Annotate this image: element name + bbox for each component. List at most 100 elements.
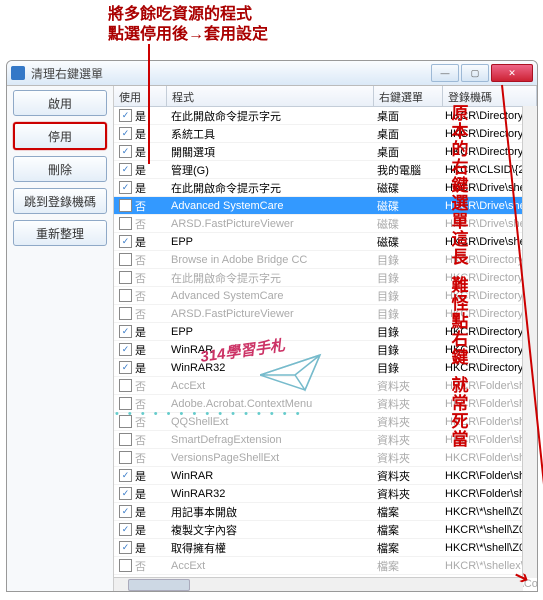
checkbox[interactable] — [119, 379, 132, 392]
checkbox[interactable] — [119, 289, 132, 302]
table-row[interactable]: 否Advanced SystemCare目錄HKCR\Directory\she… — [114, 287, 537, 305]
cell-menu: 目錄 — [372, 287, 440, 305]
cell-program: 用記事本開啟 — [166, 503, 372, 521]
refresh-button[interactable]: 重新整理 — [13, 220, 107, 246]
table-row[interactable]: 否SmartDefragExtension資料夾HKCR\Folder\shel… — [114, 431, 537, 449]
table-row[interactable]: ✓是在此開啟命令提示字元桌面HKCR\Directory\Backgr — [114, 107, 537, 125]
col-use[interactable]: 使用 — [114, 86, 167, 106]
cell-menu: 桌面 — [372, 125, 440, 143]
cell-program: AccExt — [166, 559, 372, 573]
delete-button[interactable]: 刪除 — [13, 156, 107, 182]
table-row[interactable]: ✓是用記事本開啟檔案HKCR\*\shell\Z001AAR — [114, 503, 537, 521]
table-row[interactable]: 否ARSD.FastPictureViewer磁碟HKCR\Drive\shel… — [114, 215, 537, 233]
cell-program: WinRAR32 — [166, 487, 372, 501]
enable-button[interactable]: 啟用 — [13, 90, 107, 116]
checkbox[interactable] — [119, 559, 132, 572]
cell-program: 開關選項 — [166, 143, 372, 161]
checkbox[interactable]: ✓ — [119, 361, 132, 374]
cell-menu: 資料夾 — [372, 485, 440, 503]
maximize-button[interactable]: ▢ — [461, 64, 489, 82]
checkbox[interactable]: ✓ — [119, 325, 132, 338]
scroll-thumb[interactable] — [128, 579, 190, 591]
annotation-top: 將多餘吃資源的程式 點選停用後→套用設定 — [108, 5, 268, 45]
col-registry[interactable]: 登錄機碼 — [443, 86, 537, 106]
col-program[interactable]: 程式 — [167, 86, 374, 106]
cell-menu: 檔案 — [372, 539, 440, 557]
annotation-line — [148, 44, 150, 164]
cell-menu: 桌面 — [372, 143, 440, 161]
cell-program: 在此開啟命令提示字元 — [166, 107, 372, 125]
table-row[interactable]: ✓是系統工具桌面HKCR\Directory\Backgr — [114, 125, 537, 143]
cell-program: Advanced SystemCare — [166, 199, 372, 213]
checkbox[interactable]: ✓ — [119, 541, 132, 554]
grid-header[interactable]: 使用 程式 右鍵選單 登錄機碼 — [114, 86, 537, 107]
checkbox[interactable]: ✓ — [119, 343, 132, 356]
table-row[interactable]: 否Advanced SystemCare磁碟HKCR\Drive\shellex… — [114, 197, 537, 215]
close-button[interactable]: ✕ — [491, 64, 533, 82]
cell-menu: 資料夾 — [372, 377, 440, 395]
sidebar: 啟用 停用 刪除 跳到登錄機碼 重新整理 — [7, 86, 114, 592]
cell-menu: 我的電腦 — [372, 161, 440, 179]
cell-menu: 桌面 — [372, 107, 440, 125]
checkbox[interactable]: ✓ — [119, 487, 132, 500]
checkbox[interactable]: ✓ — [119, 181, 132, 194]
table-row[interactable]: ✓是EPP磁碟HKCR\Drive\shellex\Co — [114, 233, 537, 251]
cell-program: EPP — [166, 235, 372, 249]
checkbox[interactable]: ✓ — [119, 505, 132, 518]
table-row[interactable]: ✓是WinRAR32資料夾HKCR\Folder\shellex\Co — [114, 485, 537, 503]
table-row[interactable]: ✓是開關選項桌面HKCR\Directory\Backgr — [114, 143, 537, 161]
cell-program: 複製文字內容 — [166, 521, 372, 539]
disable-button[interactable]: 停用 — [13, 122, 107, 150]
cell-menu: 檔案 — [372, 503, 440, 521]
cell-menu: 目錄 — [372, 341, 440, 359]
checkbox[interactable] — [119, 253, 132, 266]
cell-program: 管理(G) — [166, 161, 372, 179]
minimize-button[interactable]: — — [431, 64, 459, 82]
cell-program: 系統工具 — [166, 125, 372, 143]
checkbox[interactable]: ✓ — [119, 109, 132, 122]
cell-menu: 資料夾 — [372, 431, 440, 449]
checkbox[interactable]: ✓ — [119, 469, 132, 482]
table-row[interactable]: 否VersionsPageShellExt資料夾HKCR\Folder\shel… — [114, 449, 537, 467]
table-row[interactable]: ✓是複製文字內容檔案HKCR\*\shell\Z002AAS — [114, 521, 537, 539]
trail-dots: • • • • • • • • • • • • • • • — [115, 408, 303, 420]
cell-program: WinRAR — [166, 469, 372, 483]
checkbox[interactable]: ✓ — [119, 523, 132, 536]
col-menu[interactable]: 右鍵選單 — [374, 86, 443, 106]
cell-menu: 磁碟 — [372, 215, 440, 233]
table-row[interactable]: 否ARSD.FastPictureViewer目錄HKCR\Directory\… — [114, 305, 537, 323]
cell-menu: 資料夾 — [372, 413, 440, 431]
table-row[interactable]: 否在此開啟命令提示字元目錄HKCR\Directory\shell\Z — [114, 269, 537, 287]
table-row[interactable]: ✓是取得擁有權檔案HKCR\*\shell\Z003AAL — [114, 539, 537, 557]
table-row[interactable]: ✓是WinRAR資料夾HKCR\Folder\shellex\Co — [114, 467, 537, 485]
titlebar[interactable]: 清理右鍵選單 — ▢ ✕ — [7, 61, 537, 86]
jump-registry-button[interactable]: 跳到登錄機碼 — [13, 188, 107, 214]
checkbox[interactable] — [119, 217, 132, 230]
cell-menu: 資料夾 — [372, 395, 440, 413]
cell-program: ARSD.FastPictureViewer — [166, 217, 372, 231]
cell-menu: 目錄 — [372, 323, 440, 341]
cell-program: 在此開啟命令提示字元 — [166, 179, 372, 197]
checkbox[interactable] — [119, 307, 132, 320]
checkbox[interactable] — [119, 271, 132, 284]
cell-menu: 磁碟 — [372, 179, 440, 197]
table-row[interactable]: ✓是管理(G)我的電腦HKCR\CLSID\{20D04FE — [114, 161, 537, 179]
annotation-vertical: 原本的右鍵選單這長難怪點右鍵就常死當 — [449, 105, 471, 449]
table-row[interactable]: ✓是在此開啟命令提示字元磁碟HKCR\Drive\shell\Z001A — [114, 179, 537, 197]
scrollbar-horizontal[interactable] — [114, 577, 523, 592]
checkbox[interactable] — [119, 451, 132, 464]
cell-program: Browse in Adobe Bridge CC — [166, 253, 372, 267]
table-row[interactable]: 否AccExt檔案HKCR\*\shellex\Contex — [114, 557, 537, 575]
cell-menu: 資料夾 — [372, 467, 440, 485]
paper-plane-icon — [260, 350, 330, 400]
cell-menu: 目錄 — [372, 251, 440, 269]
table-row[interactable]: 否Browse in Adobe Bridge CC目錄HKCR\Directo… — [114, 251, 537, 269]
checkbox[interactable]: ✓ — [119, 145, 132, 158]
checkbox[interactable] — [119, 199, 132, 212]
table-row[interactable]: ✓是EPP目錄HKCR\Directory\shellex — [114, 323, 537, 341]
checkbox[interactable]: ✓ — [119, 127, 132, 140]
cell-menu: 磁碟 — [372, 233, 440, 251]
checkbox[interactable]: ✓ — [119, 235, 132, 248]
checkbox[interactable]: ✓ — [119, 163, 132, 176]
checkbox[interactable] — [119, 433, 132, 446]
